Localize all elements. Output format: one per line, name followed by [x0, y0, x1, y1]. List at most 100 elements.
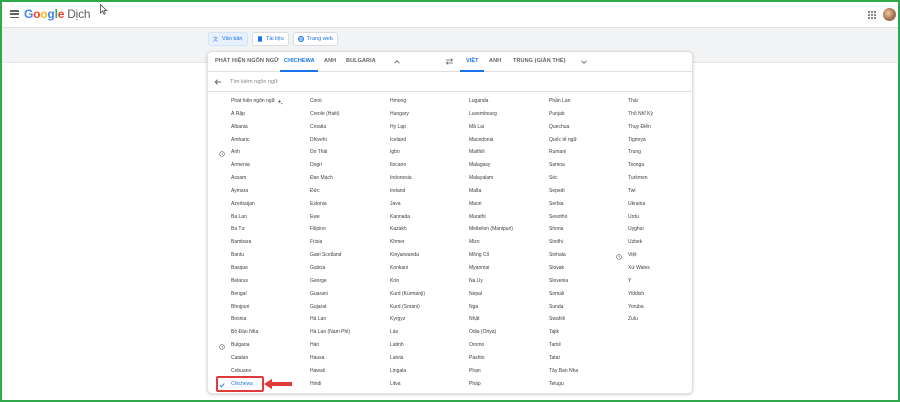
- language-option[interactable]: Uyghur: [605, 223, 681, 236]
- language-option[interactable]: Assam: [208, 172, 284, 185]
- language-option[interactable]: Pashto: [446, 352, 522, 365]
- language-option[interactable]: Á Rập: [208, 108, 284, 121]
- language-option[interactable]: Thổ Nhĩ Kỳ: [605, 108, 681, 121]
- language-option[interactable]: Hausa: [287, 352, 363, 365]
- language-option[interactable]: Krio: [367, 275, 443, 288]
- language-option[interactable]: Xứ Wales: [605, 262, 681, 275]
- language-option[interactable]: Galicia: [287, 262, 363, 275]
- language-option[interactable]: Oromo: [446, 339, 522, 352]
- language-option[interactable]: Tigrinya: [605, 134, 681, 147]
- language-option[interactable]: Do Thái: [287, 146, 363, 159]
- language-option[interactable]: Sesotho: [526, 211, 602, 224]
- language-option[interactable]: Kazakh: [367, 223, 443, 236]
- language-option[interactable]: Tsonga: [605, 159, 681, 172]
- language-option[interactable]: Kurd (Sorani): [367, 301, 443, 314]
- tab-target-english[interactable]: ANH: [489, 58, 501, 64]
- language-option[interactable]: Mizo: [446, 236, 522, 249]
- language-option[interactable]: Phần Lan: [526, 95, 602, 108]
- language-option[interactable]: Khmer: [367, 236, 443, 249]
- language-option[interactable]: Telugu: [526, 378, 602, 391]
- language-option[interactable]: Malagasy: [446, 159, 522, 172]
- language-option[interactable]: Albania: [208, 121, 284, 134]
- language-option[interactable]: George: [287, 275, 363, 288]
- language-option[interactable]: Quốc tế ngữ: [526, 134, 602, 147]
- language-option[interactable]: Gael Scotland: [287, 249, 363, 262]
- language-option[interactable]: Phạn: [446, 365, 522, 378]
- language-option[interactable]: Maori: [446, 198, 522, 211]
- language-option[interactable]: Malta: [446, 185, 522, 198]
- language-option[interactable]: Ý: [605, 275, 681, 288]
- language-option[interactable]: Konkani: [367, 262, 443, 275]
- language-option[interactable]: Lào: [367, 326, 443, 339]
- language-option[interactable]: Hà Lan: [287, 313, 363, 326]
- language-option[interactable]: Yiddish: [605, 288, 681, 301]
- mode-website-button[interactable]: Trang web: [293, 32, 338, 46]
- language-option[interactable]: Kyrgyz: [367, 313, 443, 326]
- language-option[interactable]: Macedonia: [446, 134, 522, 147]
- language-option[interactable]: Zulu: [605, 313, 681, 326]
- language-option[interactable]: Mã Lai: [446, 121, 522, 134]
- language-option[interactable]: Kannada: [367, 211, 443, 224]
- language-option[interactable]: Bồ Đào Nha: [208, 326, 284, 339]
- language-option[interactable]: Malayalam: [446, 172, 522, 185]
- language-option[interactable]: Nhật: [446, 313, 522, 326]
- mode-text-button[interactable]: 文 Văn bản: [208, 32, 248, 46]
- language-option[interactable]: Samoa: [526, 159, 602, 172]
- language-option[interactable]: Dogri: [287, 159, 363, 172]
- language-option[interactable]: Tây Ban Nha: [526, 365, 602, 378]
- language-option[interactable]: Swahili: [526, 313, 602, 326]
- language-option[interactable]: Pháp: [446, 378, 522, 391]
- language-option[interactable]: Hawaii: [287, 365, 363, 378]
- tab-detect-language[interactable]: PHÁT HIỆN NGÔN NGỮ: [215, 58, 279, 64]
- language-option[interactable]: Aymara: [208, 185, 284, 198]
- language-option[interactable]: Indonesia: [367, 172, 443, 185]
- tab-target-chinese-simplified[interactable]: TRUNG (GIẢN THỂ): [513, 58, 566, 64]
- language-option[interactable]: Croatia: [287, 121, 363, 134]
- language-option[interactable]: Bhojpuri: [208, 301, 284, 314]
- language-option[interactable]: Iceland: [367, 134, 443, 147]
- language-option[interactable]: Hindi: [287, 378, 363, 391]
- google-translate-logo[interactable]: Google Dịch: [24, 7, 91, 21]
- language-option[interactable]: Mông Cổ: [446, 249, 522, 262]
- language-option[interactable]: Guarani: [287, 288, 363, 301]
- language-option[interactable]: Bantu: [208, 249, 284, 262]
- language-option[interactable]: Bulgaria: [208, 339, 284, 352]
- swap-languages-icon[interactable]: [445, 57, 454, 66]
- language-option[interactable]: Kinyarwanda: [367, 249, 443, 262]
- language-option[interactable]: Anh: [208, 146, 284, 159]
- language-option[interactable]: Java: [367, 198, 443, 211]
- language-option[interactable]: Filipino: [287, 223, 363, 236]
- language-option[interactable]: Meiteilon (Manipuri): [446, 223, 522, 236]
- language-option[interactable]: Maithili: [446, 146, 522, 159]
- hamburger-menu-icon[interactable]: [10, 10, 19, 18]
- language-option[interactable]: Bambara: [208, 236, 284, 249]
- language-option[interactable]: Nga: [446, 301, 522, 314]
- language-search-input[interactable]: [230, 76, 530, 88]
- language-option[interactable]: Đan Mạch: [287, 172, 363, 185]
- language-option[interactable]: Frisia: [287, 236, 363, 249]
- chevron-up-icon[interactable]: [393, 58, 401, 66]
- language-option[interactable]: Igbo: [367, 146, 443, 159]
- language-option[interactable]: Urdu: [605, 211, 681, 224]
- language-option[interactable]: Estonia: [287, 198, 363, 211]
- language-option[interactable]: Latinh: [367, 339, 443, 352]
- language-option[interactable]: Lingala: [367, 365, 443, 378]
- language-option[interactable]: Sinhala: [526, 249, 602, 262]
- language-option[interactable]: Twi: [605, 185, 681, 198]
- language-option[interactable]: Tajik: [526, 326, 602, 339]
- language-option[interactable]: Ba Lan: [208, 211, 284, 224]
- language-option[interactable]: Tatar: [526, 352, 602, 365]
- language-option[interactable]: Serbia: [526, 198, 602, 211]
- language-option[interactable]: Nepal: [446, 288, 522, 301]
- language-option[interactable]: Ewe: [287, 211, 363, 224]
- language-option[interactable]: Phát hiện ngôn ngữ: [208, 95, 284, 108]
- language-option[interactable]: Punjab: [526, 108, 602, 121]
- language-option[interactable]: Ba Tư: [208, 223, 284, 236]
- language-option[interactable]: Belarus: [208, 275, 284, 288]
- language-option[interactable]: Dhivehi: [287, 134, 363, 147]
- language-option[interactable]: Thái: [605, 95, 681, 108]
- language-option[interactable]: Shona: [526, 223, 602, 236]
- tab-source-bulgarian[interactable]: BULGARIA: [346, 58, 376, 64]
- language-option[interactable]: Turkmen: [605, 172, 681, 185]
- language-option[interactable]: Ireland: [367, 185, 443, 198]
